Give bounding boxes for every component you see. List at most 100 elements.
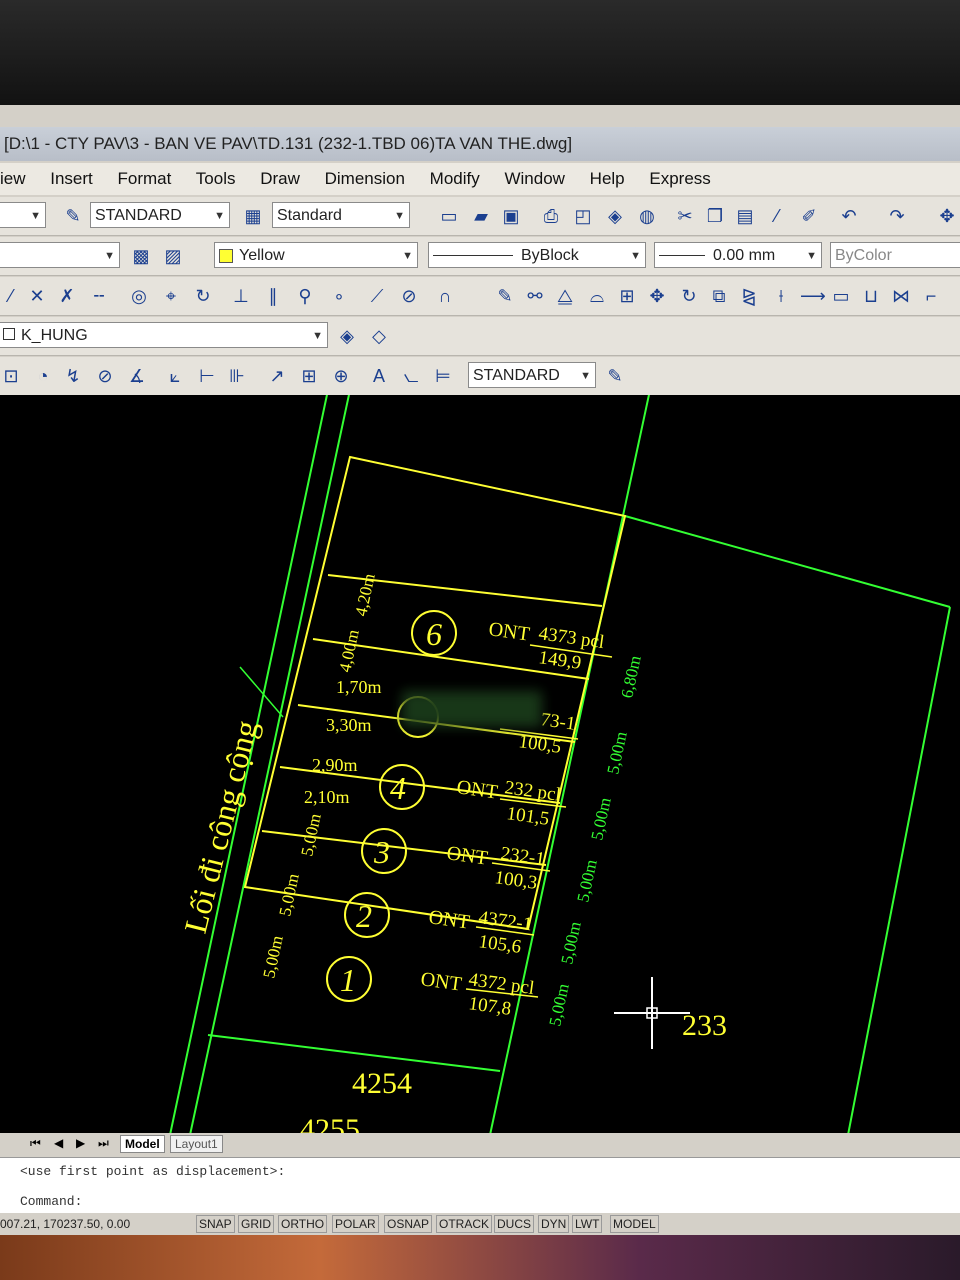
model-toggle[interactable]: MODEL	[610, 1215, 659, 1233]
dim-update-icon[interactable]: ⊨	[432, 365, 454, 387]
perp-icon[interactable]: ⊥	[230, 285, 252, 307]
dashed-line-icon[interactable]: ╌	[88, 285, 110, 307]
dim-radius-icon[interactable]: ◔	[32, 365, 54, 387]
layer-manager-icon[interactable]: ◈	[336, 325, 358, 347]
tolerance-icon[interactable]: ⊞	[298, 365, 320, 387]
undo-icon[interactable]: ↶	[838, 205, 860, 227]
quick-dim-icon[interactable]: ⟀	[164, 365, 186, 387]
mirror-icon[interactable]: ⧋	[554, 285, 576, 307]
center-mark-icon[interactable]: ⊕	[330, 365, 352, 387]
open-icon[interactable]: ▰	[470, 205, 492, 227]
tab-layout1[interactable]: Layout1	[170, 1135, 223, 1153]
polar-toggle[interactable]: POLAR	[332, 1215, 379, 1233]
linetype-combo[interactable]: ByBlock ▼	[428, 242, 646, 268]
first-tab-icon[interactable]: ⏮	[30, 1136, 41, 1151]
dimstyle-manager-icon[interactable]: ✎	[604, 365, 626, 387]
xline2-icon[interactable]: ✗	[56, 285, 78, 307]
menu-dimension[interactable]: Dimension	[325, 169, 405, 188]
join-icon[interactable]: ⊔	[860, 285, 882, 307]
paste-icon[interactable]: ▤	[734, 205, 756, 227]
magnet-icon[interactable]: ∩	[434, 285, 456, 307]
command-window[interactable]: <use first point as displacement>: Comma…	[0, 1157, 960, 1214]
menu-format[interactable]: Format	[118, 169, 172, 188]
menu-help[interactable]: Help	[590, 169, 625, 188]
menu-draw[interactable]: Draw	[260, 169, 300, 188]
node-icon[interactable]: ∘	[328, 285, 350, 307]
last-tab-icon[interactable]: ⏭	[98, 1136, 109, 1151]
next-tab-icon[interactable]: ▶	[76, 1136, 85, 1150]
ducs-toggle[interactable]: DUCS	[494, 1215, 535, 1233]
chamfer-icon[interactable]: ⋈	[890, 285, 912, 307]
menu-express[interactable]: Express	[649, 169, 710, 188]
menu-modify[interactable]: Modify	[430, 169, 480, 188]
layer-combo[interactable]: K_HUNG ▼	[0, 322, 328, 348]
text-style-icon[interactable]: ✎	[62, 205, 84, 227]
copy-icon[interactable]: ❐	[704, 205, 726, 227]
rotate-icon[interactable]: ↻	[192, 285, 214, 307]
xline-icon[interactable]: ✕	[26, 285, 48, 307]
extend-icon[interactable]: ⟶	[800, 285, 826, 307]
osnap-toggle[interactable]: OSNAP	[384, 1215, 433, 1233]
dim-jog-icon[interactable]: ↯	[62, 365, 84, 387]
drawing-canvas[interactable]: 6 4 3 2 1 ONT 4373 pcl 149,9 73-1 100,5 …	[0, 395, 960, 1135]
plotstyle-combo[interactable]: ByColor	[830, 242, 960, 268]
copy-obj-icon[interactable]: ⚯	[524, 285, 546, 307]
snap-off-icon[interactable]: ⊘	[398, 285, 420, 307]
grid-toggle[interactable]: GRID	[238, 1215, 274, 1233]
snap-icon[interactable]: ⌖	[160, 285, 182, 307]
continue-icon[interactable]: ⊪	[226, 365, 248, 387]
color-combo[interactable]: Yellow ▼	[214, 242, 418, 268]
snap-toggle[interactable]: SNAP	[196, 1215, 235, 1233]
layer-previous2-icon[interactable]: ◇	[368, 325, 390, 347]
command-prompt[interactable]: Command:	[20, 1194, 82, 1209]
trim-icon[interactable]: ⟊	[770, 285, 792, 307]
publish-icon[interactable]: ◈	[604, 205, 626, 227]
dim-angle-icon[interactable]: ∡	[126, 365, 148, 387]
dim-edit-icon[interactable]: A	[368, 365, 390, 387]
dim-linear-icon[interactable]: ⊡	[0, 365, 22, 387]
preview-icon[interactable]: ◰	[572, 205, 594, 227]
menu-insert[interactable]: Insert	[50, 169, 93, 188]
rotate2-icon[interactable]: ↻	[678, 285, 700, 307]
redo-icon[interactable]: ↷	[886, 205, 908, 227]
matchprop-icon[interactable]: ✐	[798, 205, 820, 227]
menu-window[interactable]: Window	[504, 169, 564, 188]
cut-icon[interactable]: ✂	[674, 205, 696, 227]
prev-tab-icon[interactable]: ◀	[54, 1136, 63, 1150]
circle-icon[interactable]: ◎	[128, 285, 150, 307]
stretch-icon[interactable]: ⧎	[738, 285, 760, 307]
menu-view[interactable]: iew	[0, 169, 26, 188]
break-icon[interactable]: ▭	[830, 285, 852, 307]
save-icon[interactable]: ▣	[500, 205, 522, 227]
lineweight-combo[interactable]: 0.00 mm ▼	[654, 242, 822, 268]
parallel-icon[interactable]: ∥	[262, 285, 284, 307]
lwt-toggle[interactable]: LWT	[572, 1215, 603, 1233]
array-icon[interactable]: ⊞	[616, 285, 638, 307]
dyn-toggle[interactable]: DYN	[538, 1215, 570, 1233]
leader-icon[interactable]: ↗	[266, 365, 288, 387]
line-icon[interactable]: ⁄	[0, 285, 22, 307]
brush-icon[interactable]: ⁄	[766, 205, 788, 227]
pan-icon[interactable]: ✥	[936, 205, 958, 227]
dimstyle-combo[interactable]: STANDARD ▼	[468, 362, 596, 388]
blank-combo[interactable]: ▼	[0, 202, 46, 228]
dim-text-edit-icon[interactable]: ⦦	[400, 365, 422, 387]
ortho-toggle[interactable]: ORTHO	[278, 1215, 328, 1233]
otrack-toggle[interactable]: OTRACK	[436, 1215, 493, 1233]
dim-diameter-icon[interactable]: ⊘	[94, 365, 116, 387]
dim-style-icon[interactable]: ▦	[242, 205, 264, 227]
dim-style-combo[interactable]: Standard ▼	[272, 202, 410, 228]
layer-previous-icon[interactable]: ▩	[130, 245, 152, 267]
menu-tools[interactable]: Tools	[196, 169, 236, 188]
print-icon[interactable]: ⎙	[540, 205, 562, 227]
new-icon[interactable]: ▭	[438, 205, 460, 227]
baseline-icon[interactable]: ⊢	[196, 365, 218, 387]
snap-none-icon[interactable]: ⟋	[366, 285, 388, 307]
offset-icon[interactable]: ⌓	[586, 285, 608, 307]
scale-icon[interactable]: ⧉	[708, 285, 730, 307]
layer-iso-icon[interactable]: ▨	[162, 245, 184, 267]
erase-icon[interactable]: ✎	[494, 285, 516, 307]
layer-state-combo[interactable]: ▼	[0, 242, 120, 268]
tab-model[interactable]: Model	[120, 1135, 165, 1153]
move-icon[interactable]: ✥	[646, 285, 668, 307]
